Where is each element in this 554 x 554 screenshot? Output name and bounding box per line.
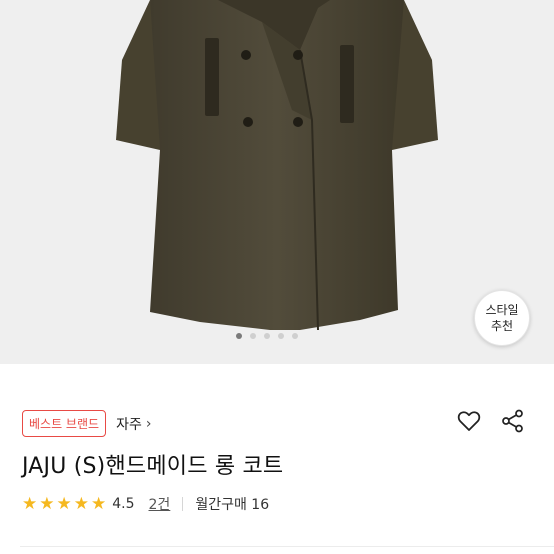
star-icon: ★ — [22, 493, 38, 514]
carousel-dot[interactable] — [250, 333, 256, 339]
star-icon: ★ — [56, 493, 72, 514]
badge-row: 베스트 브랜드 자주 › — [22, 410, 151, 437]
carousel-dot[interactable] — [236, 333, 242, 339]
product-image-carousel[interactable]: 스타일 추천 — [0, 0, 554, 364]
monthly-purchases: 월간구매 16 — [195, 497, 270, 513]
heart-icon[interactable] — [456, 408, 482, 434]
star-icon: ★ — [39, 493, 55, 514]
rating-row: ★ ★ ★ ★ ★ 4.5 2건 월간구매 16 — [22, 494, 269, 514]
carousel-dot[interactable] — [278, 333, 284, 339]
action-icons — [456, 408, 526, 434]
star-icon: ★ — [73, 493, 89, 514]
product-title: JAJU (S)핸드메이드 롱 코트 — [22, 454, 284, 479]
style-button-line1: 스타일 — [485, 303, 519, 317]
divider — [182, 497, 184, 511]
share-icon[interactable] — [500, 408, 526, 434]
best-brand-badge: 베스트 브랜드 — [22, 410, 107, 437]
rating-score: 4.5 — [112, 496, 135, 512]
carousel-dot[interactable] — [292, 333, 298, 339]
brand-name: 자주 — [116, 416, 142, 433]
brand-link[interactable]: 자주 › — [116, 414, 151, 434]
review-count-link[interactable]: 2건 — [149, 494, 171, 514]
chevron-right-icon: › — [145, 415, 152, 432]
coat-image — [116, 0, 438, 331]
star-icon: ★ — [91, 493, 107, 514]
carousel-indicator — [236, 333, 298, 339]
style-button-line2: 추천 — [490, 319, 514, 333]
star-rating: ★ ★ ★ ★ ★ — [22, 493, 107, 514]
style-recommendation-button[interactable]: 스타일 추천 — [474, 290, 530, 346]
carousel-dot[interactable] — [264, 333, 270, 339]
divider — [20, 546, 554, 547]
